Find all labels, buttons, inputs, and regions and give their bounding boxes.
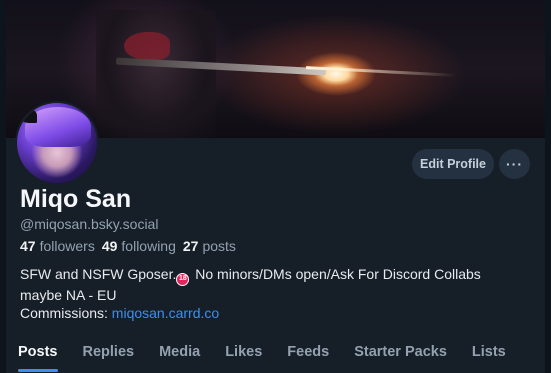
profile-handle: @miqosan.bsky.social [20, 216, 159, 232]
followers-label: followers [39, 238, 95, 254]
tab-lists[interactable]: Lists [472, 344, 506, 360]
tab-feeds[interactable]: Feeds [287, 344, 329, 360]
followers-count: 47 [20, 238, 36, 254]
bio-line-3: Commissions: miqosan.carrd.co [20, 304, 540, 322]
display-name: Miqo San [20, 185, 132, 213]
active-tab-indicator [18, 369, 58, 372]
ellipsis-icon: ··· [506, 156, 523, 172]
avatar-ear [19, 109, 37, 123]
following-label: following [121, 238, 176, 254]
following-count: 49 [101, 238, 118, 254]
profile-bio: SFW and NSFW Gposer. 18 No minors/DMs ope… [20, 265, 540, 322]
profile-tabs: Posts Replies Media Likes Feeds Starter … [18, 344, 531, 360]
banner-figure [96, 10, 216, 138]
commissions-label: Commissions: [20, 305, 112, 321]
posts-label: posts [202, 238, 236, 254]
tab-media[interactable]: Media [159, 344, 200, 360]
posts-count: 27 [182, 238, 199, 254]
bio-line-2: maybe NA - EU [20, 287, 117, 303]
tab-starter-packs[interactable]: Starter Packs [354, 344, 447, 360]
banner-muzzle-flash [306, 66, 456, 77]
posts-stat: 27 posts [183, 238, 236, 254]
tab-replies[interactable]: Replies [83, 344, 135, 360]
more-options-button[interactable]: ··· [499, 149, 530, 179]
bio-line-1: SFW and NSFW Gposer. 18 No minors/DMs ope… [20, 265, 540, 286]
tab-likes[interactable]: Likes [225, 344, 262, 360]
no-under-18-icon: 18 [176, 273, 190, 286]
following-stat[interactable]: 49 following [102, 238, 176, 254]
bio-text-b: No minors/DMs open/Ask For Discord Colla… [191, 266, 481, 282]
bio-text-a: SFW and NSFW Gposer. [20, 266, 177, 282]
tab-posts[interactable]: Posts [18, 344, 58, 360]
profile-stats: 47 followers 49 following 27 posts [20, 238, 236, 254]
edit-profile-button[interactable]: Edit Profile [412, 149, 494, 179]
banner-hood [124, 32, 170, 60]
followers-stat[interactable]: 47 followers [20, 238, 95, 254]
avatar[interactable] [15, 101, 99, 185]
commissions-link[interactable]: miqosan.carrd.co [112, 305, 219, 321]
